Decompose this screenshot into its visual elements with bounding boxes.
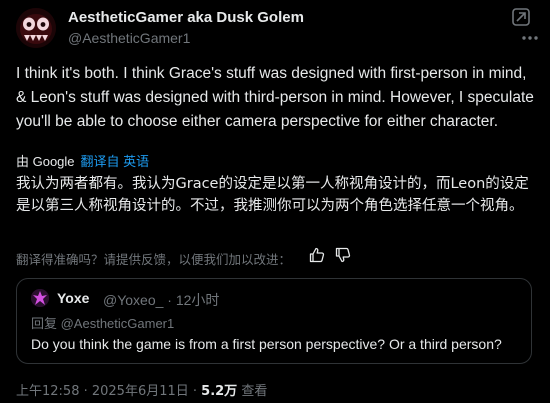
translation-attribution: 由 Google 翻译自 英语 — [16, 151, 149, 170]
more-options-icon[interactable] — [520, 30, 540, 40]
translated-from-link[interactable]: 翻译自 英语 — [81, 154, 150, 169]
tweet-text: I think it's both. I think Grace's stuff… — [16, 65, 534, 130]
translated-tweet-text: 我认为两者都有。我认为Grace的设定是以第一人称视角设计的，而Leon的设定是… — [16, 176, 529, 214]
quote-author-handle-time: @Yoxeo_ · 12小时 — [103, 292, 220, 308]
views-count: 5.2万 — [201, 384, 238, 399]
grok-icon[interactable] — [510, 6, 532, 28]
author-handle[interactable]: @AestheticGamer1 — [68, 30, 190, 46]
quote-author-avatar[interactable] — [31, 289, 49, 307]
quote-text: Do you think the game is from a first pe… — [31, 336, 502, 352]
tweet-timestamp[interactable]: 上午12:58 · 2025年6月11日 · — [16, 384, 201, 399]
author-display-name[interactable]: AestheticGamer aka Dusk Golem — [68, 9, 304, 26]
translation-feedback-prompt: 翻译得准确吗？请提供反馈，以便我们加以改进： — [16, 252, 292, 267]
quote-author-name[interactable]: Yoxe — [57, 290, 89, 306]
quote-reply-to: 回复 @AestheticGamer1 — [31, 316, 175, 331]
views-label: 查看 — [237, 384, 268, 399]
tweet-meta: 上午12:58 · 2025年6月11日 · 5.2万 查看 — [16, 380, 267, 399]
thumb-up-icon[interactable] — [309, 247, 325, 263]
author-avatar[interactable] — [16, 8, 56, 48]
skull-avatar-icon — [16, 8, 56, 48]
thumb-down-icon[interactable] — [335, 247, 351, 263]
translated-by-label: 由 Google — [16, 154, 75, 169]
quoted-tweet-card[interactable]: Yoxe @Yoxeo_ · 12小时 回复 @AestheticGamer1 … — [16, 278, 532, 364]
